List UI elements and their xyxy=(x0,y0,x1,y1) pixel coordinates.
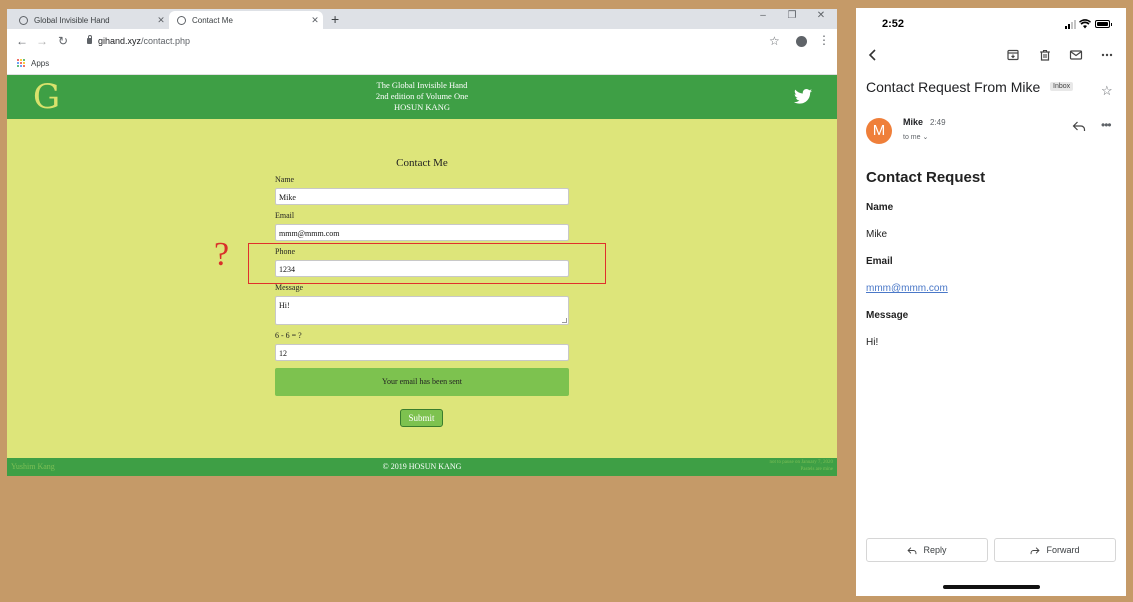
apps-bookmark[interactable]: Apps xyxy=(31,59,49,68)
tab-title: Contact Me xyxy=(192,15,233,25)
profile-avatar-icon[interactable] xyxy=(796,36,807,47)
body-email-link[interactable]: mmm@mmm.com xyxy=(866,283,948,294)
question-mark-annotation: ? xyxy=(214,236,230,273)
status-message: Your email has been sent xyxy=(275,368,569,396)
trash-icon[interactable] xyxy=(1038,48,1052,62)
site-header: G The Global Invisible Hand 2nd edition … xyxy=(7,75,837,119)
reply-label: Reply xyxy=(923,545,947,555)
phone-screen: 2:52 Contact Request From Mike Inbox ☆ M… xyxy=(856,8,1126,596)
home-indicator[interactable] xyxy=(943,585,1040,589)
footer-note-line: not to pause on January 7, 2020 xyxy=(769,460,833,465)
globe-icon xyxy=(19,15,28,25)
body-name-value: Mike xyxy=(866,229,888,240)
recipient-toggle[interactable]: to me ⌄ xyxy=(903,133,928,141)
recipient-label: to me xyxy=(903,134,921,141)
cellular-signal-icon xyxy=(1065,20,1076,29)
site-title-line: The Global Invisible Hand xyxy=(376,80,468,90)
bookmarks-bar: Apps xyxy=(7,55,837,75)
chevron-down-icon: ⌄ xyxy=(922,134,929,141)
tab-strip: Global Invisible Hand ✕ Contact Me ✕ + –… xyxy=(7,9,837,29)
email-label: Email xyxy=(275,211,295,220)
globe-icon xyxy=(177,15,186,25)
site-footer: Yushim Kang © 2019 HOSUN KANG not to pau… xyxy=(7,458,837,476)
message-textarea[interactable]: Hi! xyxy=(275,296,569,325)
site-logo[interactable]: G xyxy=(33,78,60,116)
address-toolbar: ← → ↻ gihand.xyz/contact.php ☆ ⋮ xyxy=(7,29,837,55)
body-name-label: Name xyxy=(866,202,894,213)
message-text: Hi! xyxy=(279,301,290,310)
email-subject: Contact Request From Mike xyxy=(866,79,1041,95)
url-path: /contact.php xyxy=(141,36,191,46)
sender-name: Mike xyxy=(903,117,924,127)
reply-icon[interactable] xyxy=(1072,120,1086,132)
more-horizontal-icon[interactable] xyxy=(1100,48,1114,62)
lock-icon xyxy=(87,35,92,44)
forward-label: Forward xyxy=(1046,545,1080,555)
archive-icon[interactable] xyxy=(1006,48,1020,62)
mail-icon[interactable] xyxy=(1069,48,1083,62)
close-icon[interactable]: ✕ xyxy=(153,15,169,26)
email-input[interactable]: mmm@mmm.com xyxy=(275,224,569,241)
address-bar[interactable]: gihand.xyz/contact.php xyxy=(98,36,190,46)
apps-grid-icon[interactable] xyxy=(17,59,26,68)
back-chevron-icon[interactable] xyxy=(866,48,880,62)
captcha-input[interactable]: 12 xyxy=(275,344,569,361)
submit-button[interactable]: Submit xyxy=(400,409,443,427)
web-page: G The Global Invisible Hand 2nd edition … xyxy=(7,75,837,476)
reply-button[interactable]: Reply xyxy=(866,538,988,562)
close-icon[interactable]: ✕ xyxy=(307,15,323,26)
bookmark-star-icon[interactable]: ☆ xyxy=(769,34,780,48)
footer-note-line: Pastels are mine xyxy=(800,467,834,472)
copyright-text: © 2019 HOSUN KANG xyxy=(382,462,462,471)
inbox-label-badge[interactable]: Inbox xyxy=(1050,82,1074,91)
tab-contact-me[interactable]: Contact Me ✕ xyxy=(169,11,323,29)
tab-title: Global Invisible Hand xyxy=(34,15,110,25)
minimize-icon[interactable]: – xyxy=(755,10,771,21)
body-email-label: Email xyxy=(866,256,893,267)
status-time: 2:52 xyxy=(882,18,905,30)
reload-icon[interactable]: ↻ xyxy=(56,34,70,48)
new-tab-button[interactable]: + xyxy=(331,11,339,27)
more-menu-icon[interactable]: ⋮ xyxy=(818,33,830,47)
captcha-label: 6 - 6 = ? xyxy=(275,331,302,340)
back-arrow-icon[interactable]: ← xyxy=(15,34,29,48)
close-window-icon[interactable]: ✕ xyxy=(813,10,829,21)
site-title: The Global Invisible Hand 2nd edition of… xyxy=(322,80,522,113)
forward-button[interactable]: Forward xyxy=(994,538,1116,562)
name-label: Name xyxy=(275,175,295,184)
resize-grip-icon[interactable] xyxy=(562,318,567,323)
star-icon[interactable]: ☆ xyxy=(1101,84,1113,97)
body-message-value: Hi! xyxy=(866,337,879,348)
forward-arrow-icon[interactable]: → xyxy=(35,34,49,48)
name-input[interactable]: Mike xyxy=(275,188,569,205)
message-more-icon[interactable]: ••• xyxy=(1101,118,1112,132)
site-author-line: HOSUN KANG xyxy=(394,102,450,112)
wifi-icon xyxy=(1079,19,1091,29)
browser-window: Global Invisible Hand ✕ Contact Me ✕ + –… xyxy=(7,9,837,476)
phone-highlight-box xyxy=(248,243,606,284)
site-subtitle-line: 2nd edition of Volume One xyxy=(375,91,469,101)
battery-icon xyxy=(1095,20,1112,28)
twitter-icon[interactable] xyxy=(794,89,812,104)
tab-global-invisible-hand[interactable]: Global Invisible Hand ✕ xyxy=(11,11,169,29)
footer-right-text: not to pause on January 7, 2020 Pastels … xyxy=(770,459,833,473)
form-title: Contact Me xyxy=(396,157,448,169)
sender-avatar[interactable]: M xyxy=(866,118,892,144)
email-body-heading: Contact Request xyxy=(866,169,986,186)
restore-icon[interactable]: ❐ xyxy=(784,10,800,21)
message-label: Message xyxy=(275,283,303,292)
sent-time: 2:49 xyxy=(930,118,946,127)
url-host: gihand.xyz xyxy=(98,36,142,46)
forward-icon xyxy=(1031,546,1041,554)
footer-left-text: Yushim Kang xyxy=(11,462,55,471)
reply-icon xyxy=(907,546,917,554)
body-message-label: Message xyxy=(866,310,909,321)
